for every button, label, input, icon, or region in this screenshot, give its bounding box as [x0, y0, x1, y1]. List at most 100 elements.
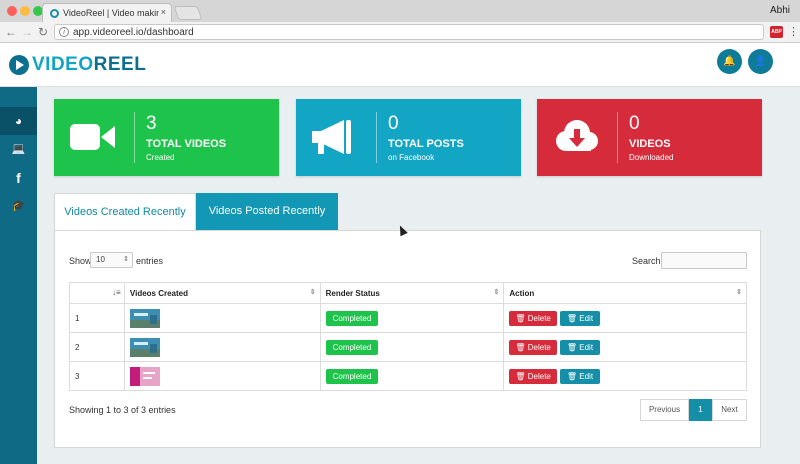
status-badge: Completed [325, 368, 379, 384]
show-label: Show [69, 256, 92, 266]
column-header-action[interactable]: Action ⇕ [503, 282, 747, 304]
status-badge: Completed [325, 339, 379, 355]
action-cell: 🗑 Delete 🗑 Edit [503, 303, 747, 333]
tab-videos-posted[interactable]: Videos Posted Recently [196, 193, 338, 230]
user-profile-icon[interactable]: 👤 [748, 49, 773, 74]
edit-button[interactable]: 🗑 Edit [559, 310, 601, 326]
browser-tab[interactable]: VideoReel | Video making app × [42, 3, 172, 22]
table-row: 1 Completed 🗑 Delete 🗑 Edit [69, 303, 747, 333]
video-cell [123, 361, 321, 391]
column-header-label: Videos Created [129, 288, 189, 298]
search-label: Search: [632, 256, 664, 266]
edit-button[interactable]: 🗑 Edit [559, 368, 601, 384]
url-input[interactable]: i app.videoreel.io/dashboard [54, 24, 764, 40]
video-cell [123, 332, 321, 362]
stat-sublabel: Created [146, 153, 175, 162]
back-icon[interactable]: ← [5, 25, 17, 39]
entries-select[interactable]: 10 ⇕ [90, 252, 133, 268]
new-tab-button[interactable] [173, 6, 203, 20]
status-cell: Completed [319, 303, 505, 333]
card-divider [134, 112, 135, 163]
edit-label: Edit [579, 342, 594, 352]
delete-button[interactable]: 🗑 Delete [509, 310, 557, 326]
table-row: 3 Completed 🗑 Delete 🗑 Edit [69, 361, 747, 391]
forward-icon[interactable]: → [21, 25, 33, 39]
megaphone-icon [312, 120, 351, 154]
edit-icon: 🗑 [566, 313, 580, 323]
sidebar: ◕ 💻 f 🎓 [0, 87, 37, 464]
entries-select-value: 10 [96, 255, 105, 264]
close-window-button[interactable] [7, 6, 17, 16]
edit-label: Edit [579, 371, 594, 381]
reload-icon[interactable]: ↻ [38, 25, 48, 39]
column-header-label: Render Status [325, 288, 380, 298]
tab-videos-created[interactable]: Videos Created Recently [54, 193, 196, 230]
browser-tab-bar: VideoReel | Video making app × Abhi [0, 0, 800, 22]
row-number: 3 [69, 361, 125, 391]
video-cell [123, 303, 321, 333]
logo[interactable]: VIDEOREEL [32, 54, 146, 76]
cloud-download-icon [556, 120, 598, 151]
sidebar-item-dashboard[interactable]: ◕ [0, 107, 37, 135]
pagination-next[interactable]: Next [712, 399, 747, 421]
delete-label: Delete [527, 371, 551, 381]
stat-value: 3 [146, 113, 157, 134]
notification-bell-icon[interactable]: 🔔 [717, 49, 742, 74]
minimize-window-button[interactable] [20, 6, 30, 16]
dashboard-icon: ◕ [14, 114, 23, 128]
delete-button[interactable]: 🗑 Delete [509, 339, 557, 355]
pagination-previous[interactable]: Previous [640, 399, 689, 421]
card-divider [617, 112, 618, 163]
trash-icon: 🗑 [515, 313, 528, 323]
info-icon[interactable]: i [59, 27, 69, 37]
column-header-videos[interactable]: Videos Created ⇕ [123, 282, 321, 304]
edit-icon: 🗑 [566, 342, 580, 352]
delete-button[interactable]: 🗑 Delete [509, 368, 557, 384]
action-cell: 🗑 Delete 🗑 Edit [503, 332, 747, 362]
action-cell: 🗑 Delete 🗑 Edit [503, 361, 747, 391]
adblock-extension-icon[interactable]: ABP [770, 26, 783, 38]
logo-video: VIDEO [32, 54, 94, 75]
video-thumbnail[interactable] [129, 366, 160, 386]
search-input[interactable] [661, 252, 747, 269]
column-header-number[interactable]: ↓≡ [69, 282, 125, 304]
browser-menu-icon[interactable]: ⋮ [788, 25, 799, 38]
profile-name[interactable]: Abhi [770, 5, 790, 16]
select-arrows-icon: ⇕ [123, 256, 129, 263]
table-row: 2 Completed 🗑 Delete 🗑 Edit [69, 332, 747, 362]
sidebar-item-videos[interactable]: 💻 [0, 135, 37, 163]
delete-label: Delete [527, 313, 551, 323]
sort-icon: ⇕ [309, 289, 316, 296]
video-thumbnail[interactable] [129, 308, 160, 328]
edit-button[interactable]: 🗑 Edit [559, 339, 601, 355]
status-cell: Completed [319, 361, 505, 391]
stat-value: 0 [629, 113, 640, 134]
stat-label: VIDEOS [629, 138, 671, 150]
laptop-icon: 💻 [11, 143, 26, 155]
stat-sublabel: on Facebook [388, 153, 435, 162]
sort-numeric-icon: ↓≡ [112, 288, 121, 297]
tab-close-icon[interactable]: × [161, 7, 166, 17]
tab-title: VideoReel | Video making app [63, 8, 159, 18]
entries-label: entries [136, 256, 164, 266]
videos-table: ↓≡ Videos Created ⇕ Render Status ⇕ Action… [69, 282, 747, 391]
app-header: VIDEOREEL 🔔 👤 [0, 43, 800, 87]
stat-label: TOTAL VIDEOS [146, 138, 227, 150]
row-number: 2 [69, 332, 125, 362]
video-camera-icon [70, 124, 115, 150]
pagination-page-1[interactable]: 1 [689, 399, 712, 421]
status-cell: Completed [319, 332, 505, 362]
column-header-label: Action [509, 288, 535, 298]
row-number: 1 [69, 303, 125, 333]
graduation-cap-icon: 🎓 [11, 200, 26, 212]
video-thumbnail[interactable] [129, 337, 160, 357]
edit-icon: 🗑 [566, 371, 580, 381]
logo-play-icon [9, 55, 29, 75]
card-divider [376, 112, 377, 163]
column-header-status[interactable]: Render Status ⇕ [319, 282, 505, 304]
table-header-row: ↓≡ Videos Created ⇕ Render Status ⇕ Action… [69, 282, 747, 304]
sidebar-item-facebook[interactable]: f [0, 164, 37, 192]
sidebar-item-tutorials[interactable]: 🎓 [0, 192, 37, 220]
trash-icon: 🗑 [515, 371, 528, 381]
facebook-icon: f [16, 170, 21, 186]
